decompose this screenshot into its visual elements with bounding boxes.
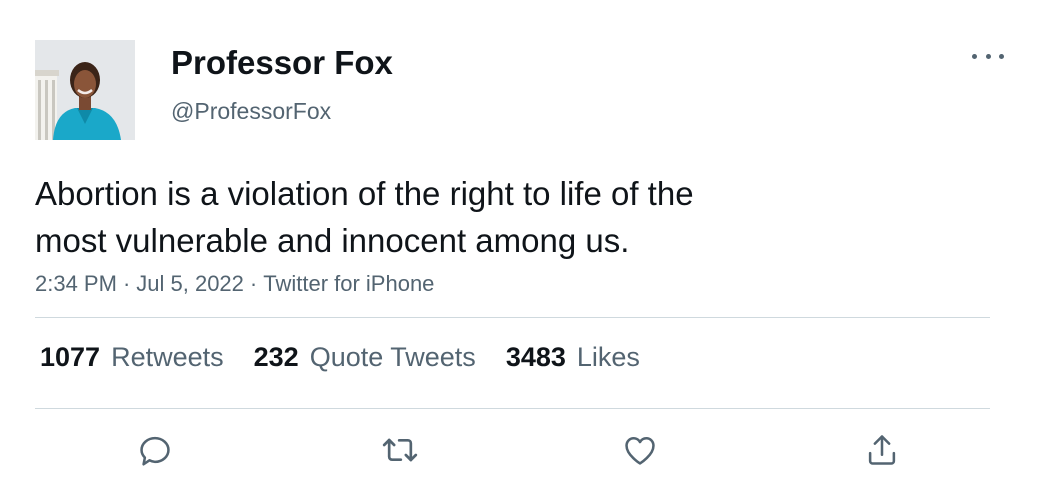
tweet-metadata: 2:34 PM · Jul 5, 2022 · Twitter for iPhone bbox=[35, 271, 434, 297]
meta-separator: · bbox=[249, 271, 258, 296]
likes-count: 3483 bbox=[505, 342, 566, 372]
like-icon bbox=[625, 437, 655, 465]
quote-tweets-count: 232 bbox=[253, 342, 299, 372]
tweet-time[interactable]: 2:34 PM bbox=[35, 271, 117, 296]
more-dot bbox=[985, 53, 991, 59]
divider bbox=[35, 408, 990, 409]
likes-stat[interactable]: 3483 Likes bbox=[506, 342, 640, 373]
more-dot bbox=[999, 53, 1004, 59]
retweet-icon bbox=[382, 438, 418, 462]
tweet-card: Professor Fox @ProfessorFox Abortion is … bbox=[0, 0, 1050, 480]
retweet-button[interactable] bbox=[375, 425, 425, 475]
tweet-source[interactable]: Twitter for iPhone bbox=[263, 271, 434, 296]
action-bar bbox=[0, 425, 1050, 475]
reply-icon bbox=[140, 436, 170, 466]
likes-label: Likes bbox=[576, 342, 640, 372]
quote-tweets-stat[interactable]: 232 Quote Tweets bbox=[254, 342, 476, 373]
retweets-count: 1077 bbox=[40, 342, 101, 372]
quote-tweets-label: Quote Tweets bbox=[309, 342, 476, 372]
share-icon bbox=[868, 435, 896, 465]
user-handle[interactable]: @ProfessorFox bbox=[171, 98, 331, 125]
more-options-icon[interactable] bbox=[972, 46, 1004, 66]
avatar-photo bbox=[35, 40, 135, 140]
tweet-text-line: most vulnerable and innocent among us. bbox=[35, 222, 630, 259]
avatar[interactable] bbox=[35, 40, 135, 140]
meta-separator: · bbox=[122, 271, 131, 296]
share-button[interactable] bbox=[857, 425, 907, 475]
tweet-text-line: Abortion is a violation of the right to … bbox=[35, 175, 694, 212]
divider bbox=[35, 317, 990, 318]
tweet-date[interactable]: Jul 5, 2022 bbox=[136, 271, 244, 296]
display-name[interactable]: Professor Fox bbox=[171, 44, 393, 82]
more-dot bbox=[972, 53, 977, 59]
engagement-stats: 1077 Retweets 232 Quote Tweets 3483 Like… bbox=[40, 342, 640, 373]
like-button[interactable] bbox=[615, 425, 665, 475]
tweet-text: Abortion is a violation of the right to … bbox=[35, 170, 935, 264]
retweets-stat[interactable]: 1077 Retweets bbox=[40, 342, 224, 373]
reply-button[interactable] bbox=[130, 425, 180, 475]
retweets-label: Retweets bbox=[111, 342, 224, 372]
